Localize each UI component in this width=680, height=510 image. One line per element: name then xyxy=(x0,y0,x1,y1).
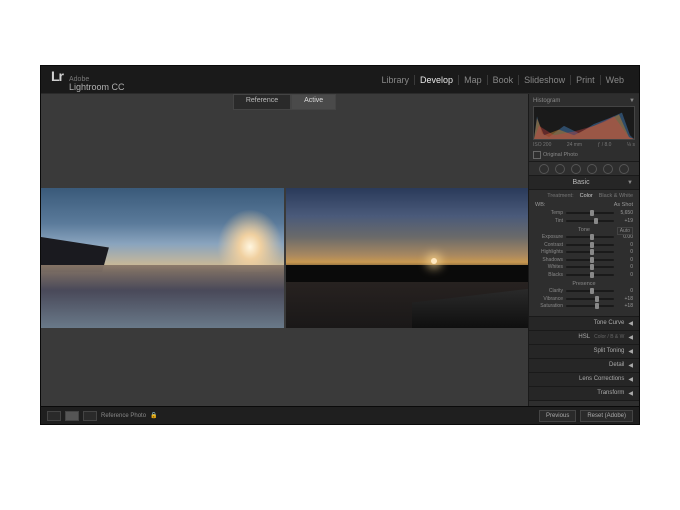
module-map[interactable]: Map xyxy=(459,75,488,85)
brand: Lr Adobe Lightroom CC xyxy=(51,68,125,92)
workspace: Reference Active Histogram ▼ xyxy=(41,94,639,406)
tab-active[interactable]: Active xyxy=(291,94,336,110)
slider-clarity[interactable]: Clarity0 xyxy=(535,288,633,294)
crop-tool-icon[interactable] xyxy=(539,164,549,174)
compare-view xyxy=(41,110,528,406)
view-before-after-button[interactable] xyxy=(83,411,97,421)
spot-tool-icon[interactable] xyxy=(555,164,565,174)
chevron-down-icon: ▼ xyxy=(627,180,633,186)
module-picker: Library Develop Map Book Slideshow Print… xyxy=(377,75,629,85)
gradient-tool-icon[interactable] xyxy=(587,164,597,174)
slider-shadows[interactable]: Shadows0 xyxy=(535,257,633,263)
reset-button[interactable]: Reset (Adobe) xyxy=(580,410,633,422)
module-slideshow[interactable]: Slideshow xyxy=(519,75,571,85)
module-web[interactable]: Web xyxy=(601,75,629,85)
active-image[interactable] xyxy=(286,188,529,328)
basic-panel-header[interactable]: Basic▼ xyxy=(529,176,639,190)
tab-reference[interactable]: Reference xyxy=(233,94,291,110)
transform-panel[interactable]: Transform◀ xyxy=(529,387,639,401)
canvas-area: Reference Active xyxy=(41,94,529,406)
slider-saturation[interactable]: Saturation+18 xyxy=(535,303,633,309)
slider-exposure[interactable]: Exposure0.00 xyxy=(535,234,633,240)
module-develop[interactable]: Develop xyxy=(415,75,459,85)
brush-tool-icon[interactable] xyxy=(619,164,629,174)
original-photo-checkbox[interactable]: Original Photo xyxy=(533,151,635,159)
basic-panel-body: Treatment: Color Black & White WB: As Sh… xyxy=(529,190,639,317)
slider-temp[interactable]: Temp5,650 xyxy=(535,210,633,216)
chevron-down-icon[interactable]: ▼ xyxy=(629,98,635,104)
split-toning-panel[interactable]: Split Toning◀ xyxy=(529,345,639,359)
treatment-color[interactable]: Color xyxy=(580,193,593,199)
lr-logo-icon: Lr xyxy=(51,68,63,84)
reference-image[interactable] xyxy=(41,188,284,328)
view-reference-button[interactable] xyxy=(65,411,79,421)
module-library[interactable]: Library xyxy=(377,75,416,85)
lock-icon[interactable]: 🔒 xyxy=(150,412,157,419)
view-loupe-button[interactable] xyxy=(47,411,61,421)
auto-tone-button[interactable]: Auto xyxy=(617,227,633,235)
previous-button[interactable]: Previous xyxy=(539,410,576,422)
hsl-panel[interactable]: HSLColor / B & W◀ xyxy=(529,331,639,345)
radial-tool-icon[interactable] xyxy=(603,164,613,174)
reference-tabbar: Reference Active xyxy=(41,94,528,110)
treatment-bw[interactable]: Black & White xyxy=(599,193,633,199)
wb-dropdown[interactable]: As Shot xyxy=(614,202,633,208)
slider-vibrance[interactable]: Vibrance+18 xyxy=(535,296,633,302)
slider-highlights[interactable]: Highlights0 xyxy=(535,249,633,255)
statusbar: Reference Photo 🔒 Previous Reset (Adobe) xyxy=(41,406,639,424)
histogram-title: Histogram xyxy=(533,98,560,104)
histogram-graph[interactable] xyxy=(533,106,635,140)
slider-whites[interactable]: Whites0 xyxy=(535,264,633,270)
slider-blacks[interactable]: Blacks0 xyxy=(535,272,633,278)
slider-contrast[interactable]: Contrast0 xyxy=(535,242,633,248)
lens-corrections-panel[interactable]: Lens Corrections◀ xyxy=(529,373,639,387)
module-print[interactable]: Print xyxy=(571,75,601,85)
brand-name: Lightroom CC xyxy=(69,83,125,92)
histogram-panel: Histogram ▼ ISO 200 24 mm ƒ / 8.0 ⅛ s xyxy=(529,94,639,162)
detail-panel[interactable]: Detail◀ xyxy=(529,359,639,373)
slider-tint[interactable]: Tint+19 xyxy=(535,218,633,224)
develop-panel: Histogram ▼ ISO 200 24 mm ƒ / 8.0 ⅛ s xyxy=(529,94,639,406)
tone-curve-panel[interactable]: Tone Curve◀ xyxy=(529,317,639,331)
tool-strip xyxy=(529,162,639,176)
lightroom-window: Lr Adobe Lightroom CC Library Develop Ma… xyxy=(40,65,640,425)
treatment-row: Treatment: Color Black & White xyxy=(535,193,633,199)
histogram-info: ISO 200 24 mm ƒ / 8.0 ⅛ s xyxy=(533,142,635,148)
redeye-tool-icon[interactable] xyxy=(571,164,581,174)
topbar: Lr Adobe Lightroom CC Library Develop Ma… xyxy=(41,66,639,94)
reference-photo-label: Reference Photo xyxy=(101,413,146,419)
module-book[interactable]: Book xyxy=(488,75,520,85)
